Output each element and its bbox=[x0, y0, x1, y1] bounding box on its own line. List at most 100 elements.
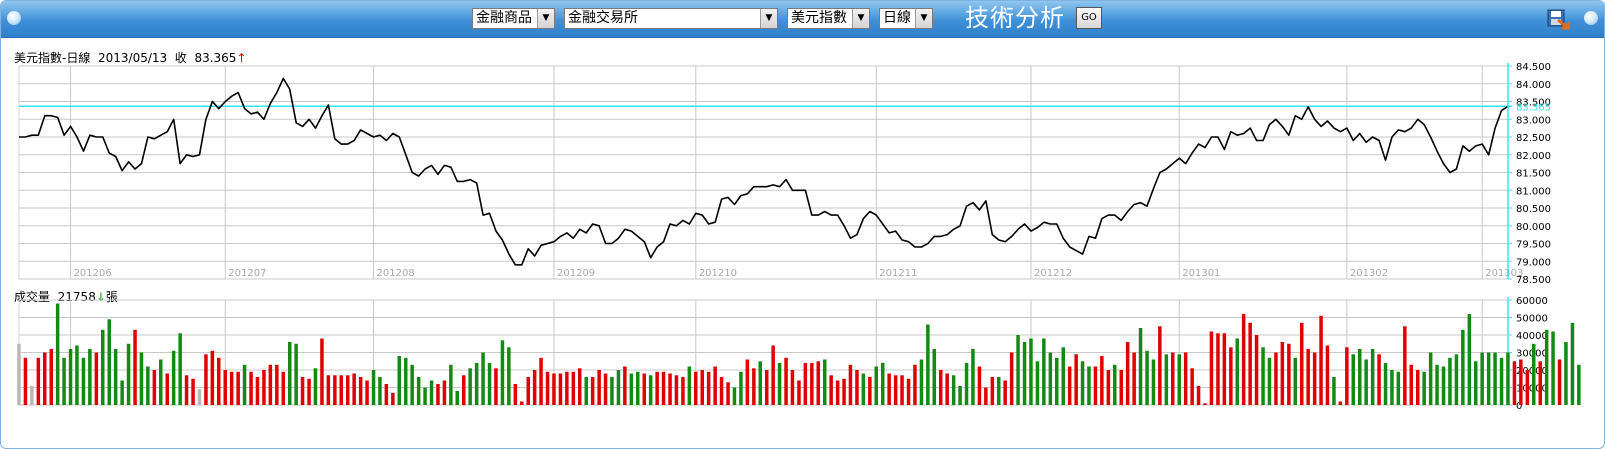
volume-bar bbox=[474, 363, 479, 405]
volume-bar bbox=[1022, 342, 1027, 405]
volume-bar bbox=[1461, 329, 1465, 406]
volume-bar bbox=[378, 377, 382, 405]
volume-bar bbox=[1312, 352, 1317, 405]
volume-bar bbox=[442, 380, 447, 405]
volume-bar bbox=[726, 382, 730, 406]
volume-bar bbox=[1009, 352, 1014, 405]
volume-bar bbox=[410, 364, 414, 406]
volume-bar bbox=[55, 303, 60, 405]
volume-bar bbox=[1351, 354, 1355, 406]
volume-bar bbox=[661, 371, 666, 406]
volume-bar bbox=[223, 370, 227, 405]
volume-bar bbox=[1435, 364, 1439, 406]
volume-bar bbox=[758, 361, 762, 406]
volume-bar bbox=[1209, 331, 1214, 405]
volume-bar bbox=[294, 343, 298, 406]
volume-bar bbox=[352, 373, 356, 405]
volume-bar bbox=[1332, 377, 1336, 405]
volume-bar bbox=[281, 371, 285, 406]
volume-bar bbox=[1300, 322, 1304, 406]
volume-bar bbox=[971, 349, 975, 405]
volume-bar bbox=[113, 349, 118, 405]
volume-bar bbox=[648, 375, 653, 406]
volume-bar bbox=[848, 364, 853, 406]
month-tick-label: 201302 bbox=[1350, 268, 1388, 279]
volume-bar bbox=[165, 373, 169, 405]
volume-bar bbox=[1074, 354, 1078, 406]
volume-bar bbox=[926, 324, 930, 405]
volume-bar bbox=[1087, 366, 1091, 405]
volume-bar bbox=[1171, 352, 1175, 405]
volume-bar bbox=[1454, 354, 1459, 406]
volume-bar bbox=[1306, 349, 1310, 405]
volume-bar bbox=[326, 375, 331, 406]
volume-bar bbox=[1390, 370, 1394, 405]
volume-bar bbox=[687, 366, 692, 405]
month-tick-label: 201301 bbox=[1182, 268, 1220, 279]
volume-bar bbox=[1138, 328, 1143, 405]
volume-bar bbox=[984, 387, 988, 405]
volume-bar bbox=[1409, 364, 1413, 406]
volume-bar bbox=[371, 370, 376, 405]
volume-bar bbox=[1486, 352, 1491, 405]
volume-bar bbox=[346, 375, 350, 406]
volume-bar bbox=[1035, 361, 1040, 406]
volume-bar bbox=[75, 345, 79, 405]
volume-tick-label: 30000 bbox=[1516, 349, 1548, 360]
volume-bar bbox=[1093, 366, 1098, 405]
volume-bar bbox=[23, 357, 28, 406]
volume-bar bbox=[423, 387, 427, 405]
volume-bar bbox=[1254, 335, 1259, 405]
price-tick-label: 82.500 bbox=[1516, 133, 1551, 144]
volume-bar bbox=[391, 392, 395, 406]
volume-bar bbox=[513, 384, 518, 405]
volume-bar bbox=[790, 370, 795, 405]
volume-bar bbox=[1512, 361, 1517, 406]
volume-bar bbox=[578, 368, 582, 406]
volume-bar bbox=[49, 349, 53, 405]
volume-bar bbox=[1519, 359, 1523, 405]
volume-bar bbox=[178, 333, 182, 406]
volume-bar bbox=[706, 371, 711, 406]
volume-bar bbox=[1235, 338, 1239, 405]
volume-bar bbox=[133, 329, 137, 406]
volume-bar bbox=[507, 347, 511, 406]
volume-bar bbox=[668, 373, 672, 405]
volume-bar bbox=[674, 375, 679, 406]
volume-bar bbox=[384, 384, 389, 405]
volume-bar bbox=[945, 373, 949, 405]
volume-bar bbox=[416, 377, 421, 405]
volume-bar bbox=[1190, 368, 1194, 406]
month-tick-label: 201303 bbox=[1485, 268, 1523, 279]
volume-bar bbox=[107, 319, 111, 406]
volume-bar bbox=[1125, 342, 1130, 405]
volume-bar bbox=[1416, 370, 1420, 405]
volume-bar bbox=[739, 371, 743, 406]
volume-bar bbox=[1067, 366, 1072, 405]
price-tick-label: 79.000 bbox=[1516, 257, 1551, 268]
volume-tick-label: 50000 bbox=[1516, 314, 1548, 325]
volume-bar bbox=[30, 385, 34, 406]
volume-bar bbox=[719, 377, 724, 405]
volume-bar bbox=[1080, 361, 1085, 406]
volume-bar bbox=[68, 349, 73, 405]
volume-bar bbox=[1319, 315, 1323, 406]
volume-bar bbox=[1113, 364, 1117, 406]
volume-bar bbox=[745, 359, 750, 405]
volume-bar bbox=[642, 373, 646, 405]
volume-bar bbox=[939, 370, 943, 405]
volume-bar bbox=[397, 356, 401, 405]
volume-bar bbox=[636, 371, 640, 406]
volume-bar bbox=[262, 370, 266, 405]
volume-bar bbox=[700, 370, 704, 405]
volume-bar bbox=[777, 363, 782, 405]
volume-bar bbox=[887, 373, 891, 405]
volume-bar bbox=[1293, 357, 1297, 406]
volume-bar bbox=[1274, 352, 1278, 405]
volume-bar bbox=[881, 363, 885, 405]
volume-bar bbox=[616, 370, 621, 405]
volume-bar bbox=[1383, 363, 1388, 405]
volume-bar bbox=[1222, 333, 1227, 406]
price-tick-label: 80.500 bbox=[1516, 204, 1551, 215]
volume-bar bbox=[1042, 338, 1046, 405]
